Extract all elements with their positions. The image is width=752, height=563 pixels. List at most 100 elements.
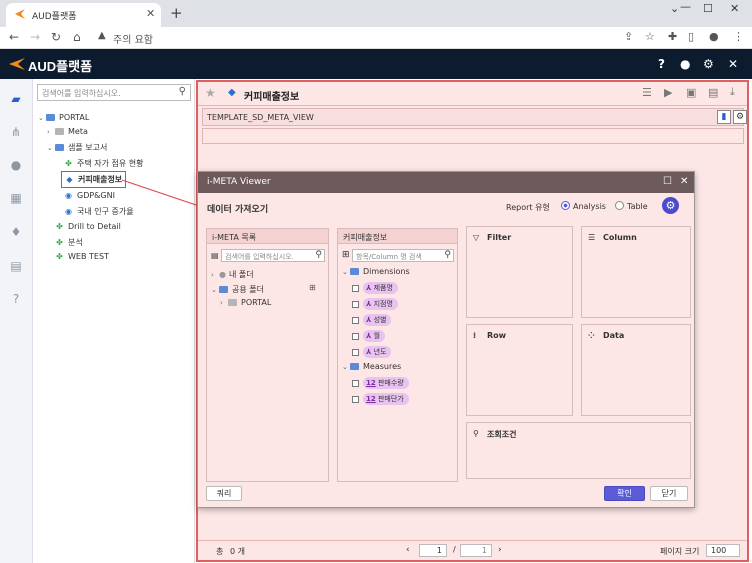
help-circle-icon[interactable]: ? bbox=[9, 292, 23, 306]
person-icon[interactable]: ● bbox=[9, 158, 23, 172]
expand-plus-icon[interactable]: ⊞ bbox=[309, 283, 316, 292]
chevron-down-icon[interactable]: ⌄ bbox=[342, 268, 350, 276]
prev-page-icon[interactable]: ‹ bbox=[406, 545, 410, 555]
forward-icon[interactable]: → bbox=[30, 30, 40, 44]
help-icon[interactable]: ? bbox=[658, 57, 665, 71]
checkbox[interactable] bbox=[352, 379, 359, 387]
bookmark-star-icon[interactable]: ☆ bbox=[645, 30, 655, 43]
checkbox[interactable] bbox=[352, 395, 359, 403]
profile-icon[interactable]: ● bbox=[709, 30, 719, 43]
dimension-item[interactable]: ⅄ 성별 bbox=[352, 314, 392, 326]
save-as-icon[interactable]: ▤ bbox=[708, 86, 718, 99]
home-icon[interactable]: ⌂ bbox=[73, 30, 81, 44]
row-zone[interactable]: ⁞ Row bbox=[466, 324, 573, 416]
chevron-right-icon[interactable]: › bbox=[220, 299, 228, 307]
tree-node-gdp[interactable]: ◉ GDP&GNI bbox=[64, 191, 115, 200]
checkbox[interactable] bbox=[352, 332, 359, 340]
dimension-item[interactable]: ⅄ 년도 bbox=[352, 346, 392, 358]
close-icon[interactable]: ✕ bbox=[728, 57, 738, 71]
chevron-down-icon[interactable]: ⌄ bbox=[211, 286, 219, 294]
dimensions-group[interactable]: ⌄ Dimensions bbox=[342, 267, 410, 276]
browser-tab[interactable]: AUD플랫폼 ✕ bbox=[6, 3, 161, 27]
clipboard-icon[interactable]: ▤ bbox=[9, 259, 23, 273]
checkbox[interactable] bbox=[352, 300, 359, 308]
close-icon[interactable]: ✕ bbox=[680, 176, 688, 187]
measures-group[interactable]: ⌄ Measures bbox=[342, 362, 401, 371]
close-button[interactable]: 닫기 bbox=[650, 486, 688, 501]
dimension-item[interactable]: ⅄ 제품명 bbox=[352, 282, 398, 294]
database-icon[interactable]: ☰ bbox=[642, 86, 652, 99]
radio-analysis[interactable] bbox=[561, 201, 570, 210]
ok-button[interactable]: 확인 bbox=[604, 486, 645, 501]
user-icon[interactable]: ● bbox=[680, 57, 690, 71]
tree-node-sample-reports[interactable]: ⌄ 샘플 보고서 bbox=[47, 142, 107, 153]
list-view-icon[interactable]: ▤ bbox=[211, 251, 219, 260]
run-icon[interactable]: ▶ bbox=[664, 86, 672, 99]
maximize-icon[interactable]: ☐ bbox=[663, 176, 672, 187]
chevron-right-icon[interactable]: › bbox=[211, 271, 219, 279]
chevron-down-icon[interactable]: ⌄ bbox=[38, 114, 46, 122]
checkbox[interactable] bbox=[352, 316, 359, 324]
expand-all-icon[interactable]: ⊞ bbox=[342, 250, 350, 260]
chevron-right-icon[interactable]: › bbox=[47, 128, 55, 136]
imeta-my-folder[interactable]: › ● 내 폴더 bbox=[211, 269, 254, 280]
next-page-icon[interactable]: › bbox=[498, 545, 502, 555]
favorite-star-icon[interactable]: ★ bbox=[205, 86, 216, 100]
condition-zone[interactable]: ⚲ 조회조건 bbox=[466, 422, 691, 479]
tree-node-meta[interactable]: › Meta bbox=[47, 127, 88, 136]
hierarchy-icon[interactable]: ⋔ bbox=[9, 125, 23, 139]
tree-node-portal[interactable]: ⌄ PORTAL bbox=[38, 113, 89, 122]
gear-icon[interactable]: ⚙ bbox=[733, 110, 747, 124]
query-button[interactable]: 쿼리 bbox=[206, 486, 242, 501]
download-icon[interactable]: ⤓ bbox=[730, 85, 735, 99]
measure-item[interactable]: 12 판매단가 bbox=[352, 393, 409, 405]
imeta-portal-folder[interactable]: › PORTAL bbox=[220, 298, 271, 307]
grid-icon[interactable]: ▦ bbox=[9, 191, 23, 205]
imeta-search-input[interactable]: 검색어를 입력하십시오. ⚲ bbox=[221, 249, 325, 262]
checkbox[interactable] bbox=[352, 348, 359, 356]
chevron-down-icon[interactable]: ⌄ bbox=[670, 2, 679, 15]
dialog-title-bar[interactable]: i-META Viewer ☐ ✕ bbox=[198, 172, 694, 193]
search-icon[interactable]: ⚲ bbox=[179, 86, 186, 97]
measure-item[interactable]: 12 판매수량 bbox=[352, 377, 409, 389]
page-size-input[interactable]: 100 bbox=[706, 544, 740, 557]
minimize-icon[interactable]: — bbox=[680, 0, 691, 13]
search-icon[interactable]: ⚲ bbox=[315, 250, 322, 260]
url-field[interactable]: ▲ 주의 요함 bbox=[93, 29, 658, 47]
close-window-icon[interactable]: ✕ bbox=[730, 2, 739, 15]
alarm-icon[interactable]: ♦ bbox=[9, 225, 23, 239]
tree-search-input[interactable]: 검색어를 입력하십시오. ⚲ bbox=[37, 84, 191, 101]
checkbox[interactable] bbox=[352, 284, 359, 292]
tree-node-web-test[interactable]: ✤ WEB TEST bbox=[55, 252, 109, 261]
folder-icon[interactable]: ▰ bbox=[9, 92, 23, 106]
fields-search-input[interactable]: 항목/Column 명 검색 ⚲ bbox=[352, 249, 454, 262]
gear-icon[interactable]: ⚙ bbox=[703, 57, 714, 71]
tree-node-housing[interactable]: ✤ 주택 자가 점유 현황 bbox=[64, 158, 143, 169]
search-icon[interactable]: ⚲ bbox=[444, 250, 451, 260]
settings-gear-icon[interactable]: ⚙ bbox=[662, 197, 679, 214]
data-zone[interactable]: ⁘ Data bbox=[581, 324, 691, 416]
new-tab-icon[interactable]: + bbox=[170, 4, 183, 22]
extensions-icon[interactable]: ✚ bbox=[668, 30, 677, 43]
filter-zone[interactable]: ▽ Filter bbox=[466, 226, 573, 318]
column-zone[interactable]: ☰ Column bbox=[581, 226, 691, 318]
dimension-item[interactable]: ⅄ 월 bbox=[352, 330, 386, 342]
reload-icon[interactable]: ↻ bbox=[51, 30, 61, 44]
save-icon[interactable]: ▣ bbox=[686, 86, 696, 99]
dimension-item[interactable]: ⅄ 지점명 bbox=[352, 298, 398, 310]
chevron-down-icon[interactable]: ⌄ bbox=[342, 363, 350, 371]
back-icon[interactable]: ← bbox=[9, 30, 19, 44]
page-current-input[interactable]: 1 bbox=[419, 544, 447, 557]
tree-node-analysis[interactable]: ✤ 분석 bbox=[55, 237, 83, 248]
close-tab-icon[interactable]: ✕ bbox=[146, 7, 155, 20]
tree-node-coffee-sales[interactable]: ◆ 커피매출정보 bbox=[61, 171, 127, 188]
maximize-icon[interactable]: ☐ bbox=[703, 2, 713, 15]
tree-node-drill[interactable]: ✤ Drill to Detail bbox=[55, 222, 121, 231]
radio-table[interactable] bbox=[615, 201, 624, 210]
chart-icon[interactable]: ▮ bbox=[717, 110, 731, 124]
share-icon[interactable]: ⇪ bbox=[624, 30, 633, 43]
menu-dots-icon[interactable]: ⋮ bbox=[733, 30, 744, 43]
sidebar-icon[interactable]: ▯ bbox=[688, 30, 694, 43]
imeta-shared-folder[interactable]: ⌄ 공용 폴더 bbox=[211, 284, 264, 295]
chevron-down-icon[interactable]: ⌄ bbox=[47, 144, 55, 152]
